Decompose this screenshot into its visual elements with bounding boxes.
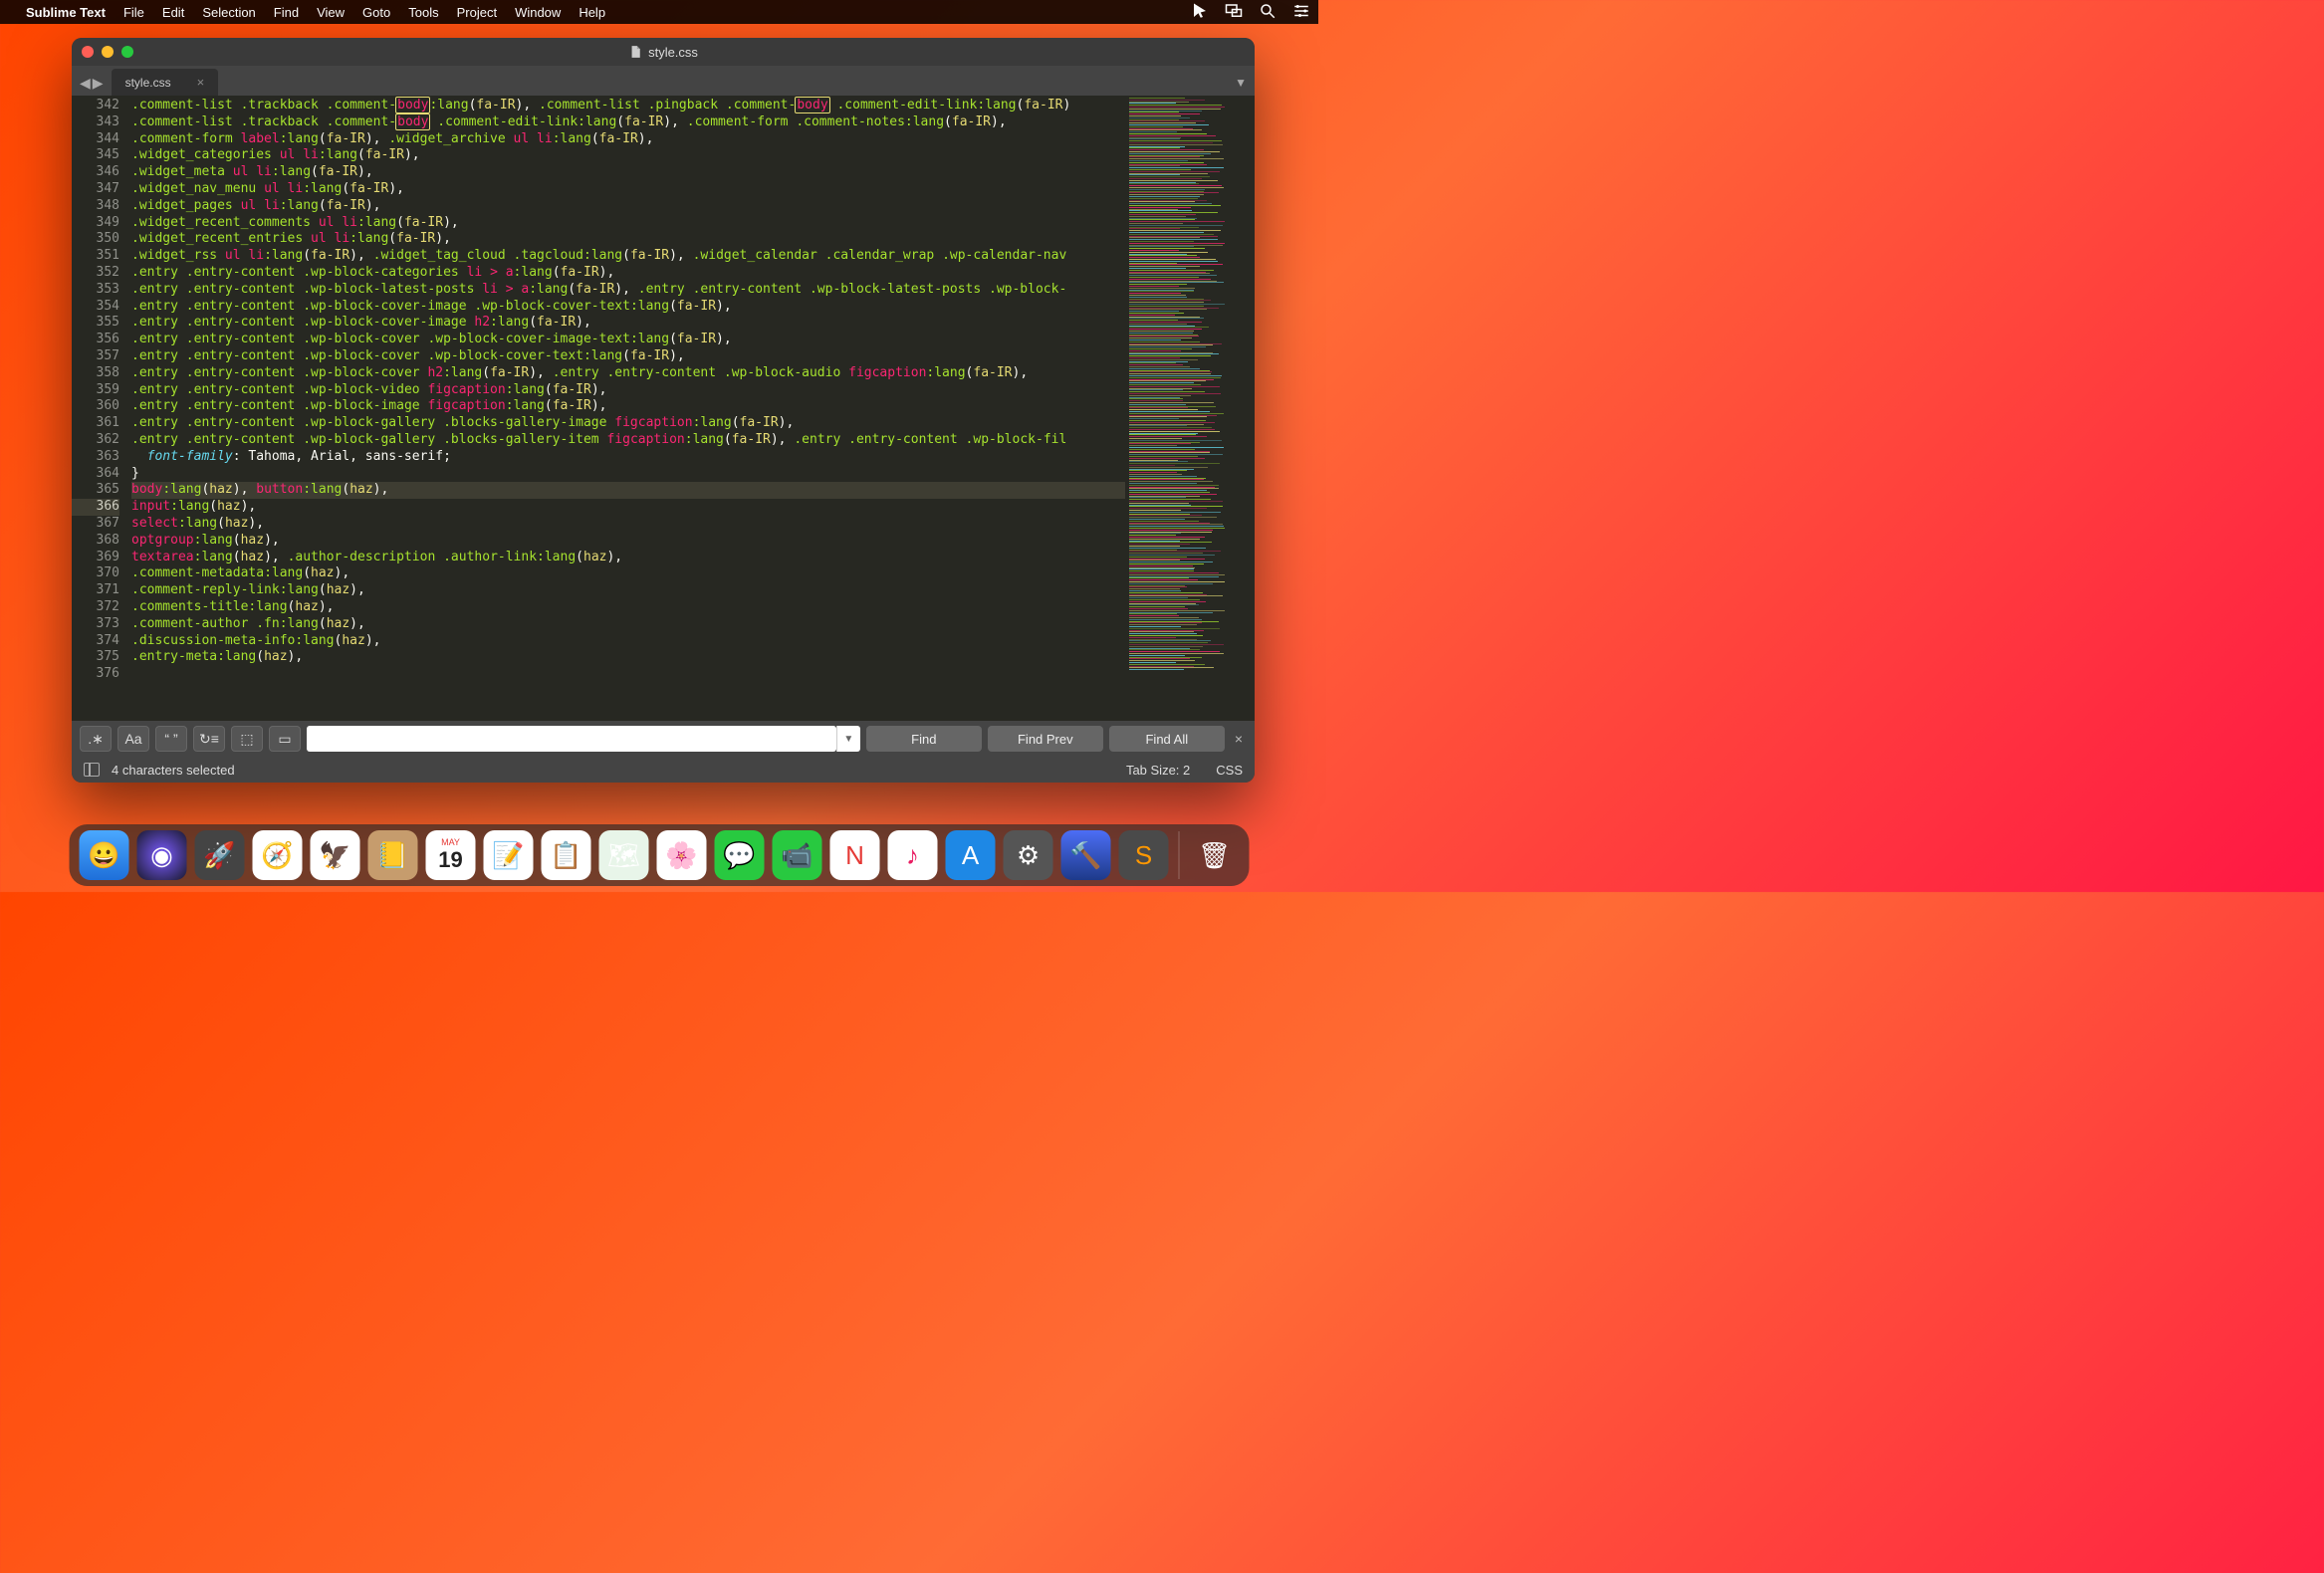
- app-name[interactable]: Sublime Text: [26, 5, 106, 20]
- status-bar: 4 characters selected Tab Size: 2 CSS: [72, 757, 1255, 783]
- tab-overflow-icon[interactable]: ▼: [1235, 76, 1247, 96]
- menu-window[interactable]: Window: [515, 5, 561, 20]
- dock-news[interactable]: N: [830, 830, 880, 880]
- macos-menubar: Sublime Text File Edit Selection Find Vi…: [0, 0, 1318, 24]
- titlebar[interactable]: style.css: [72, 38, 1255, 66]
- menu-edit[interactable]: Edit: [162, 5, 184, 20]
- nav-forward-icon[interactable]: ▶: [93, 75, 104, 92]
- find-wrap-toggle[interactable]: ↻≡: [193, 726, 225, 752]
- dock-sublime[interactable]: S: [1119, 830, 1169, 880]
- control-center-icon[interactable]: [1292, 2, 1310, 23]
- macos-dock: 😀 ◉ 🚀 🧭 🦅 📒 MAY19 📝 📋 🗺 🌸 💬 📹 N ♪ A ⚙ 🔨 …: [70, 824, 1250, 886]
- dock-contacts[interactable]: 📒: [368, 830, 418, 880]
- window-title: style.css: [648, 45, 698, 60]
- menu-selection[interactable]: Selection: [202, 5, 255, 20]
- find-case-toggle[interactable]: Aa: [117, 726, 149, 752]
- screen-mirror-icon[interactable]: [1225, 2, 1243, 23]
- dock-finder[interactable]: 😀: [80, 830, 129, 880]
- dock-mail[interactable]: 🦅: [311, 830, 360, 880]
- dock-messages[interactable]: 💬: [715, 830, 765, 880]
- nav-back-icon[interactable]: ◀: [80, 75, 91, 92]
- status-syntax[interactable]: CSS: [1216, 763, 1243, 778]
- dock-launchpad[interactable]: 🚀: [195, 830, 245, 880]
- dock-trash[interactable]: 🗑: [1190, 830, 1240, 880]
- menu-project[interactable]: Project: [457, 5, 497, 20]
- find-button[interactable]: Find: [866, 726, 982, 752]
- line-number-gutter[interactable]: 3423433443453463473483493503513523533543…: [72, 96, 127, 721]
- dock-reminders[interactable]: 📋: [542, 830, 591, 880]
- dock-safari[interactable]: 🧭: [253, 830, 303, 880]
- menu-view[interactable]: View: [317, 5, 345, 20]
- find-bar: .∗ Aa “ ” ↻≡ ⬚ ▭ ▼ Find Find Prev Find A…: [72, 721, 1255, 757]
- find-inselection-toggle[interactable]: ⬚: [231, 726, 263, 752]
- find-close-icon[interactable]: ×: [1231, 731, 1247, 747]
- menu-file[interactable]: File: [123, 5, 144, 20]
- spotlight-icon[interactable]: [1259, 2, 1277, 23]
- cursor-icon[interactable]: [1191, 2, 1209, 23]
- tab-bar: ◀ ▶ style.css × ▼: [72, 66, 1255, 96]
- dock-settings[interactable]: ⚙: [1004, 830, 1053, 880]
- tab-close-icon[interactable]: ×: [197, 75, 205, 90]
- dock-music[interactable]: ♪: [888, 830, 938, 880]
- panel-switcher-icon[interactable]: [84, 763, 100, 777]
- menu-goto[interactable]: Goto: [362, 5, 390, 20]
- status-tabsize[interactable]: Tab Size: 2: [1126, 763, 1190, 778]
- dock-siri[interactable]: ◉: [137, 830, 187, 880]
- find-history-dropdown[interactable]: ▼: [836, 726, 860, 752]
- dock-maps[interactable]: 🗺: [599, 830, 649, 880]
- code-area[interactable]: .comment-list .trackback .comment-body:l…: [127, 96, 1125, 721]
- window-minimize-button[interactable]: [102, 46, 114, 58]
- window-close-button[interactable]: [82, 46, 94, 58]
- find-regex-toggle[interactable]: .∗: [80, 726, 112, 752]
- dock-xcode[interactable]: 🔨: [1061, 830, 1111, 880]
- menu-help[interactable]: Help: [579, 5, 605, 20]
- dock-photos[interactable]: 🌸: [657, 830, 707, 880]
- find-wholeword-toggle[interactable]: “ ”: [155, 726, 187, 752]
- window-maximize-button[interactable]: [121, 46, 133, 58]
- status-selection: 4 characters selected: [112, 763, 235, 778]
- menu-find[interactable]: Find: [274, 5, 299, 20]
- dock-appstore[interactable]: A: [946, 830, 996, 880]
- dock-notes[interactable]: 📝: [484, 830, 534, 880]
- tab-style-css[interactable]: style.css ×: [112, 69, 219, 96]
- minimap[interactable]: [1125, 96, 1255, 721]
- menu-tools[interactable]: Tools: [408, 5, 438, 20]
- find-highlight-toggle[interactable]: ▭: [269, 726, 301, 752]
- editor: 3423433443453463473483493503513523533543…: [72, 96, 1255, 721]
- find-input[interactable]: [307, 726, 836, 752]
- file-icon: [628, 45, 642, 59]
- sublime-window: style.css ◀ ▶ style.css × ▼ 342343344345…: [72, 38, 1255, 783]
- find-all-button[interactable]: Find All: [1109, 726, 1225, 752]
- dock-facetime[interactable]: 📹: [773, 830, 822, 880]
- dock-separator: [1179, 831, 1180, 879]
- tab-label: style.css: [125, 76, 171, 90]
- dock-calendar[interactable]: MAY19: [426, 830, 476, 880]
- find-prev-button[interactable]: Find Prev: [988, 726, 1103, 752]
